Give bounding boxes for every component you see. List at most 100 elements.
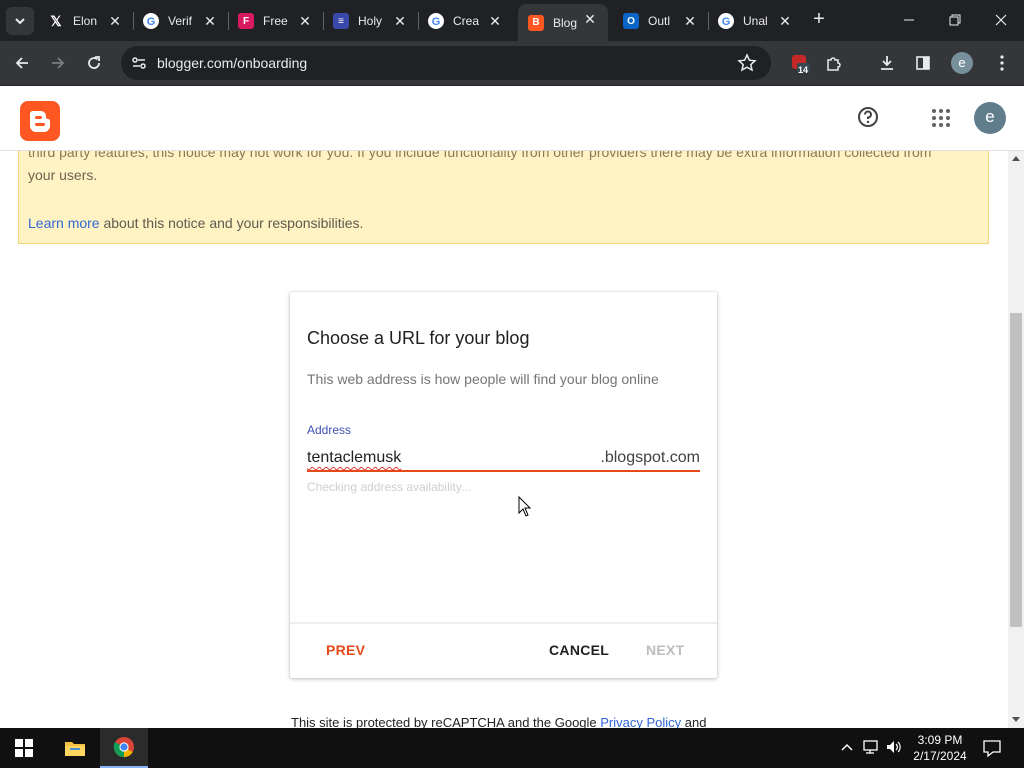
tab-elon[interactable]: 𝕏 Elon ✕ [38, 6, 133, 36]
google-icon: G [428, 13, 444, 29]
e-icon: ≡ [333, 13, 349, 29]
clock-date: 2/17/2024 [913, 749, 967, 763]
cancel-button[interactable]: CANCEL [549, 642, 609, 658]
recaptcha-text: This site is protected by reCAPTCHA and … [291, 715, 601, 728]
fr-icon: F [238, 13, 254, 29]
show-hidden-icons-icon[interactable] [838, 738, 856, 756]
tab-verif[interactable]: G Verif ✕ [133, 6, 228, 36]
tab-crea[interactable]: G Crea ✕ [418, 6, 513, 36]
downloads-button[interactable] [873, 49, 901, 77]
new-tab-button[interactable]: + [808, 9, 830, 31]
profile-button[interactable]: e [948, 49, 976, 77]
tab-unal[interactable]: G Unal ✕ [708, 6, 803, 36]
tab-title: Unal [743, 14, 768, 28]
close-tab-icon[interactable]: ✕ [487, 13, 503, 29]
close-icon [995, 14, 1007, 26]
notifications-icon[interactable] [982, 738, 1002, 758]
address-suffix: .blogspot.com [600, 449, 700, 466]
x-icon: 𝕏 [50, 12, 62, 29]
notice-line: Learn more about this notice and your re… [28, 215, 363, 231]
notice-line: third party features, this notice may no… [28, 151, 932, 160]
close-window-button[interactable] [978, 0, 1024, 40]
tab-outl[interactable]: O Outl ✕ [613, 6, 708, 36]
taskbar-chrome[interactable] [100, 728, 148, 768]
next-button[interactable]: NEXT [646, 642, 685, 658]
scroll-up-icon[interactable] [1012, 155, 1020, 163]
close-tab-icon[interactable]: ✕ [777, 13, 793, 29]
help-button[interactable] [857, 106, 879, 128]
reload-button[interactable] [80, 49, 108, 77]
blogger-logo[interactable] [20, 101, 60, 141]
tab-title: Free [263, 14, 288, 28]
scroll-down-icon[interactable] [1012, 715, 1020, 723]
scrollbar-thumb[interactable] [1010, 313, 1022, 627]
dialog-title: Choose a URL for your blog [307, 328, 530, 348]
address-field[interactable]: tentaclemusk .blogspot.com [307, 446, 700, 472]
extension-badge-count: 14 [798, 65, 809, 75]
outlook-icon: O [623, 13, 639, 29]
tab-strip: 𝕏 Elon ✕ G Verif ✕ F Free ✕ ≡ Holy ✕ G C… [0, 0, 1024, 41]
address-bar[interactable]: blogger.com/onboarding [121, 46, 771, 80]
chrome-menu-button[interactable] [988, 49, 1016, 77]
tab-title: Blog [553, 15, 578, 30]
close-tab-icon[interactable]: ✕ [202, 13, 218, 29]
browser-toolbar: blogger.com/onboarding 14 e [0, 41, 1024, 86]
blogger-logo-icon [29, 111, 50, 132]
volume-icon[interactable] [885, 738, 903, 756]
restore-icon [949, 14, 961, 26]
download-icon [881, 56, 893, 70]
profile-avatar: e [951, 52, 973, 74]
forward-button[interactable] [44, 49, 72, 77]
back-arrow-icon [15, 57, 28, 69]
url-text[interactable]: blogger.com/onboarding [157, 55, 307, 71]
account-avatar[interactable]: e [974, 102, 1006, 134]
google-icon: G [718, 13, 734, 29]
close-tab-icon[interactable]: ✕ [392, 13, 408, 29]
dialog-divider [290, 622, 717, 624]
address-input[interactable]: tentaclemusk [307, 449, 401, 467]
page-scrollbar[interactable] [1008, 151, 1024, 728]
blogger-icon: B [528, 14, 544, 31]
tab-holy[interactable]: ≡ Holy ✕ [323, 6, 418, 36]
taskbar-file-explorer[interactable] [51, 728, 99, 768]
privacy-notice: third party features, this notice may no… [18, 151, 989, 244]
close-tab-icon[interactable]: ✕ [107, 13, 123, 29]
forward-arrow-icon [52, 57, 65, 69]
restore-button[interactable] [932, 0, 978, 40]
close-tab-icon[interactable]: ✕ [297, 13, 313, 29]
windows-logo-icon [15, 739, 33, 757]
recaptcha-notice: This site is protected by reCAPTCHA and … [291, 715, 707, 728]
blogger-header: e [0, 87, 1024, 151]
tab-blog[interactable]: B Blog ✕ [518, 4, 608, 41]
tab-title: Holy [358, 14, 383, 28]
prev-button[interactable]: PREV [326, 642, 365, 658]
more-vert-icon [1000, 55, 1004, 71]
minimize-button[interactable] [886, 0, 932, 40]
recaptcha-tail: and [681, 715, 707, 728]
privacy-policy-link[interactable]: Privacy Policy [600, 715, 681, 728]
taskbar-clock[interactable]: 3:09 PM 2/17/2024 [905, 732, 975, 764]
windows-taskbar: 3:09 PM 2/17/2024 [0, 728, 1024, 768]
close-tab-icon[interactable]: ✕ [582, 11, 598, 27]
network-icon[interactable] [862, 738, 880, 756]
tab-free[interactable]: F Free ✕ [228, 6, 323, 36]
folder-icon [65, 742, 85, 756]
bookmark-star-icon[interactable] [737, 53, 757, 73]
clock-time: 3:09 PM [917, 733, 963, 747]
google-apps-button[interactable] [932, 109, 950, 127]
chevron-down-icon [15, 18, 25, 25]
side-panel-button[interactable] [909, 49, 937, 77]
extensions-menu-button[interactable] [820, 49, 848, 77]
learn-more-link[interactable]: Learn more [28, 215, 100, 231]
back-button[interactable] [8, 49, 36, 77]
close-tab-icon[interactable]: ✕ [682, 13, 698, 29]
start-button[interactable] [0, 728, 48, 768]
tab-title: Elon [73, 14, 98, 28]
address-label: Address [307, 423, 352, 437]
notice-text: about this notice and your responsibilit… [99, 215, 364, 231]
page-content: third party features, this notice may no… [0, 151, 1008, 728]
notice-line: your users. [28, 167, 98, 183]
site-info-icon[interactable] [130, 54, 148, 72]
tab-search-button[interactable] [6, 7, 34, 35]
extension-button[interactable]: 14 [786, 49, 814, 77]
